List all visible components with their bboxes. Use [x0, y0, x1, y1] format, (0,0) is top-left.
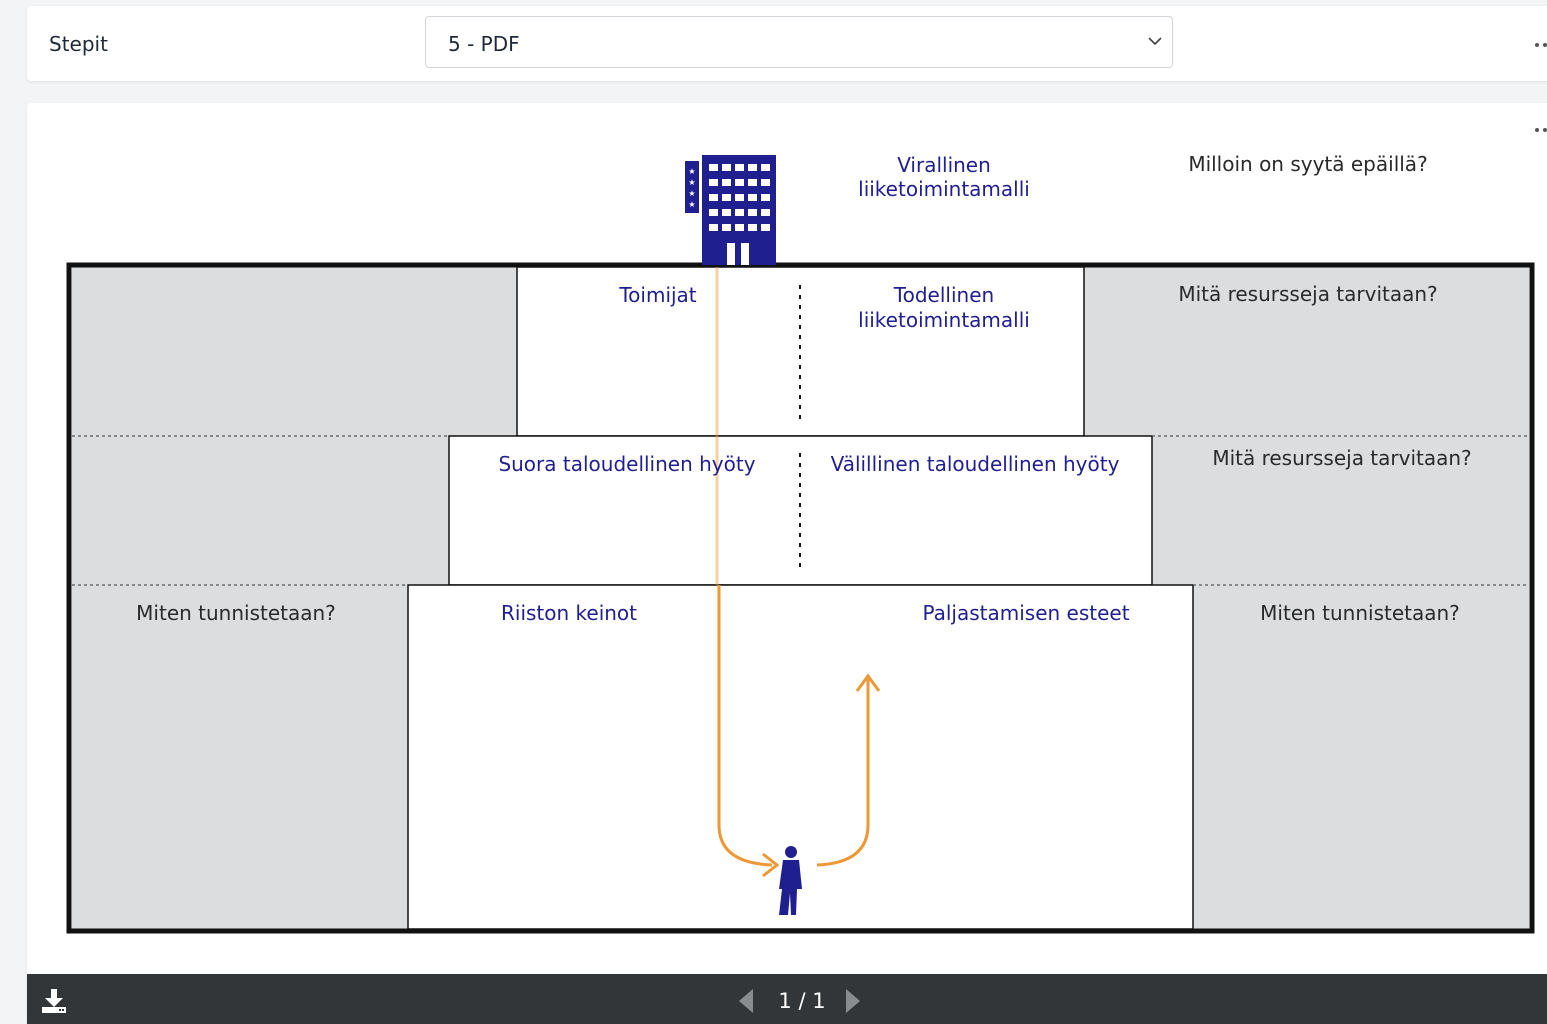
official-model-line1: Virallinen	[897, 153, 991, 177]
svg-text:★: ★	[688, 200, 695, 209]
exploitation-means-label: Riiston keinot	[501, 601, 637, 625]
more-dots-icon[interactable]	[1535, 41, 1547, 49]
disclosure-barriers-label: Paljastamisen esteet	[922, 601, 1129, 625]
official-model-line2: liiketoimintamalli	[858, 177, 1030, 201]
real-model-line2: liiketoimintamalli	[858, 308, 1030, 332]
question-top: Milloin on syytä epäillä?	[1188, 152, 1427, 176]
direct-benefit-label: Suora taloudellinen hyöty	[498, 452, 755, 476]
tier-top	[516, 266, 1085, 437]
actors-label: Toimijat	[618, 283, 696, 307]
pdf-toolbar: 1 / 1	[27, 974, 1547, 1024]
indirect-benefit-label: Välillinen taloudellinen hyöty	[831, 452, 1120, 476]
real-model-line1: Todellinen	[893, 283, 994, 307]
identify-question-left: Miten tunnistetaan?	[136, 601, 336, 625]
svg-text:★: ★	[688, 167, 695, 176]
next-page-icon[interactable]	[842, 988, 864, 1014]
pdf-viewer-card: ★ ★ ★ ★ Virallinen liiketoimintamalli Mi…	[27, 103, 1547, 1024]
building-icon: ★ ★ ★ ★	[685, 155, 776, 265]
steps-card: Stepit 5 - PDF	[27, 6, 1547, 81]
steps-label: Stepit	[49, 32, 108, 56]
steps-select-value: 5 - PDF	[448, 32, 520, 56]
svg-text:★: ★	[688, 189, 695, 198]
download-icon[interactable]	[39, 987, 69, 1015]
page-counter: 1 / 1	[778, 989, 826, 1013]
resources-question-1: Mitä resursseja tarvitaan?	[1178, 282, 1437, 306]
identify-question-right: Miten tunnistetaan?	[1260, 601, 1460, 625]
resources-question-2: Mitä resursseja tarvitaan?	[1212, 446, 1471, 470]
business-model-diagram: ★ ★ ★ ★ Virallinen liiketoimintamalli Mi…	[66, 152, 1535, 934]
svg-text:★: ★	[688, 178, 695, 187]
steps-select[interactable]: 5 - PDF	[425, 16, 1173, 68]
chevron-down-icon	[1148, 37, 1162, 46]
prev-page-icon[interactable]	[735, 988, 757, 1014]
